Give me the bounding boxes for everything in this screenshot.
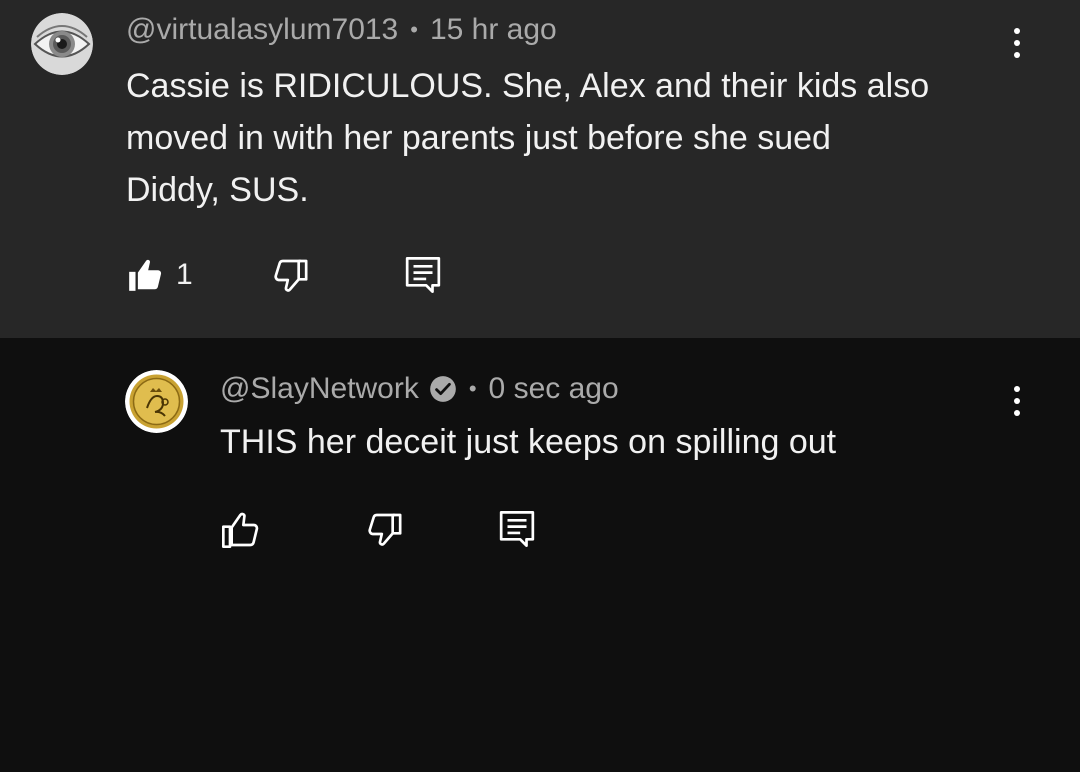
dislike-button[interactable] (366, 510, 406, 550)
verified-check-icon (430, 376, 456, 402)
reply-button[interactable] (498, 509, 536, 549)
comment-text: Cassie is RIDICULOUS. She, Alex and thei… (126, 67, 930, 209)
reply-icon (405, 257, 441, 293)
more-options-icon[interactable] (1002, 23, 1032, 63)
thumbs-down-icon (368, 513, 402, 546)
reply-time: 0 sec ago (488, 372, 619, 405)
comment-author[interactable]: @virtualasylum7013 (126, 13, 398, 47)
reply-icon (499, 511, 535, 547)
reply-text: THIS her deceit just keeps on spilling o… (220, 423, 837, 461)
comment-meta: @virtualasylum7013 • 15 hr ago (126, 13, 557, 47)
avatar[interactable] (31, 13, 93, 75)
like-button[interactable]: 1 (126, 256, 193, 294)
more-options-icon[interactable] (1002, 381, 1032, 421)
meta-separator: • (410, 17, 418, 42)
reply-meta: @SlayNetwork • 0 sec ago (220, 372, 619, 406)
thumbs-up-icon (129, 259, 162, 291)
like-count: 1 (176, 258, 193, 291)
dislike-button[interactable] (272, 256, 312, 296)
like-button[interactable] (220, 510, 260, 550)
slay-network-logo-icon (125, 370, 188, 433)
comment-time: 15 hr ago (429, 13, 557, 46)
meta-separator: • (468, 376, 477, 401)
avatar[interactable] (125, 370, 188, 433)
comments-page: @virtualasylum7013 • 15 hr ago Cassie is… (0, 0, 1080, 772)
reply-author[interactable]: @SlayNetwork (220, 372, 419, 406)
reply-button[interactable] (404, 255, 442, 295)
reply-comment: @SlayNetwork • 0 sec ago THIS her deceit… (0, 338, 1080, 772)
eye-avatar-icon (31, 13, 93, 75)
comment-thread: @virtualasylum7013 • 15 hr ago Cassie is… (0, 0, 1080, 338)
thumbs-down-icon (274, 259, 308, 292)
thumbs-up-icon (222, 512, 259, 548)
